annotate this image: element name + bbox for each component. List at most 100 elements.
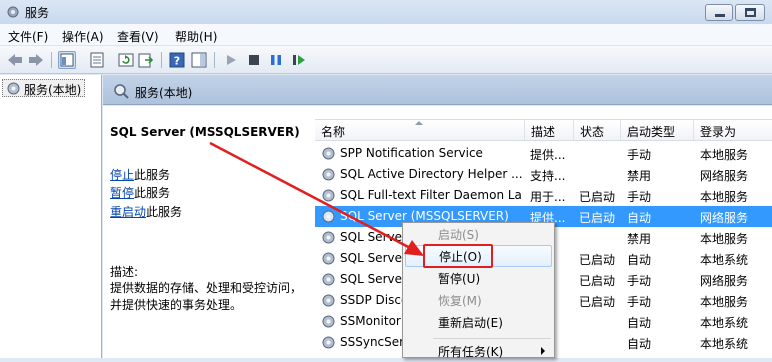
service-gear-icon — [322, 147, 335, 160]
cell-name: SPP Notification Service — [340, 146, 483, 160]
cell-startup: 自动 — [627, 253, 652, 267]
description-text: 提供数据的存储、处理和受控访问， 并提供快速的事务处理。 — [110, 280, 310, 314]
cell-status: 已启动 — [579, 190, 616, 204]
cell-status: 已启动 — [579, 253, 616, 267]
column-header-description[interactable]: 描述 — [525, 120, 574, 140]
cell-status: 已启动 — [579, 211, 616, 225]
minimize-button[interactable] — [705, 4, 733, 21]
tree-pane: 服务(本地) — [0, 75, 102, 358]
cell-startup: 手动 — [627, 148, 652, 162]
cell-startup: 禁用 — [627, 232, 652, 246]
service-gear-icon — [322, 231, 335, 244]
cell-startup: 自动 — [627, 211, 652, 225]
column-header-name[interactable]: 名称 — [315, 120, 525, 140]
toolbar: ? — [0, 46, 772, 74]
stop-action: 停止此服务 — [110, 166, 170, 183]
services-magnifier-icon — [114, 84, 129, 99]
column-header-logon-as[interactable]: 登录为 — [694, 120, 772, 140]
cell-logon: 网络服务 — [700, 211, 749, 225]
cell-startup: 自动 — [627, 316, 652, 330]
pause-service-icon[interactable] — [267, 51, 285, 69]
properties-icon[interactable] — [88, 51, 106, 69]
menu-view[interactable]: 查看(V) — [117, 28, 159, 45]
context-menu-restart[interactable]: 重新启动(E) — [405, 311, 552, 333]
maximize-button[interactable] — [735, 4, 765, 21]
toolbar-separator — [161, 52, 162, 68]
cell-name: SQL Full-text Filter Daemon La... — [340, 188, 522, 202]
show-hide-tree-icon[interactable] — [58, 51, 76, 69]
cell-startup: 禁用 — [627, 169, 652, 183]
restart-service-link[interactable]: 重启动 — [110, 205, 146, 219]
cell-logon: 本地服务 — [700, 148, 749, 162]
description-label: 描述: — [110, 265, 139, 279]
cell-startup: 手动 — [627, 274, 652, 288]
action-suffix: 此服务 — [146, 205, 183, 219]
service-gear-icon — [322, 252, 335, 265]
services-gear-icon — [7, 82, 20, 95]
help-icon[interactable]: ? — [168, 51, 186, 69]
services-gear-icon — [7, 6, 19, 18]
table-row[interactable]: SQL Full-text Filter Daemon La... 用于... 已启… — [315, 185, 772, 206]
table-row[interactable]: SPP Notification Service 提供... 手动 本地服务 — [315, 143, 772, 164]
service-gear-icon — [322, 315, 335, 328]
title-bar: 服务 — [0, 0, 772, 24]
selected-service-name: SQL Server (MSSQLSERVER) — [110, 125, 300, 139]
pause-service-link[interactable]: 暂停 — [110, 186, 134, 200]
cell-logon: 本地服务 — [700, 190, 749, 204]
context-menu-pause[interactable]: 暂停(U) — [405, 267, 552, 289]
detail-header: 服务(本地) — [103, 75, 772, 105]
menu-file[interactable]: 文件(F) — [8, 28, 48, 45]
refresh-icon[interactable] — [117, 51, 135, 69]
cell-logon: 本地系统 — [700, 253, 749, 267]
cell-logon: 本地服务 — [700, 295, 749, 309]
menu-help[interactable]: 帮助(H) — [175, 28, 217, 45]
context-menu-resume[interactable]: 恢复(M) — [405, 289, 552, 311]
cell-logon: 本地系统 — [700, 337, 749, 351]
action-pane-icon[interactable] — [190, 51, 208, 69]
cell-logon: 网络服务 — [700, 274, 749, 288]
tree-node-services-local[interactable]: 服务(本地) — [2, 79, 86, 97]
stop-service-icon[interactable] — [245, 51, 263, 69]
minimize-icon — [715, 14, 725, 17]
toolbar-separator — [51, 52, 52, 68]
cell-status: 已启动 — [579, 274, 616, 288]
service-gear-icon — [322, 168, 335, 181]
cell-desc: 提供... — [530, 148, 566, 162]
cell-status: 已启动 — [579, 295, 616, 309]
description-line: 提供数据的存储、处理和受控访问， — [110, 281, 303, 295]
cell-startup: 自动 — [627, 337, 652, 351]
cell-logon: 本地服务 — [700, 232, 749, 246]
maximize-icon — [745, 8, 756, 17]
svg-text:?: ? — [174, 55, 180, 68]
cell-name: SQL Server (MSSQLSERVER) — [340, 209, 509, 223]
detail-header-title: 服务(本地) — [135, 86, 193, 100]
all-tasks-label: 所有任务(K) — [438, 345, 504, 359]
service-gear-icon — [322, 189, 335, 202]
service-gear-icon — [322, 210, 335, 223]
service-gear-icon — [322, 336, 335, 349]
description-line: 并提供快速的事务处理。 — [110, 298, 243, 312]
table-row[interactable]: SQL Active Directory Helper ... 支持... 禁用 网络… — [315, 164, 772, 185]
cell-startup: 手动 — [627, 295, 652, 309]
context-menu-start[interactable]: 启动(S) — [405, 223, 552, 245]
window-title: 服务 — [25, 6, 50, 20]
stop-service-link[interactable]: 停止 — [110, 168, 134, 182]
context-menu-all-tasks[interactable]: 所有任务(K) — [405, 340, 552, 362]
forward-icon[interactable] — [27, 51, 45, 69]
restart-service-icon[interactable] — [290, 51, 308, 69]
menu-action[interactable]: 操作(A) — [62, 28, 104, 45]
column-header-status[interactable]: 状态 — [574, 120, 621, 140]
menu-bar: 文件(F) 操作(A) 查看(V) 帮助(H) — [0, 24, 772, 46]
start-service-icon[interactable] — [222, 51, 240, 69]
back-icon[interactable] — [6, 51, 24, 69]
column-header-startup-type[interactable]: 启动类型 — [621, 120, 694, 140]
toolbar-separator — [214, 52, 215, 68]
list-header: 名称 描述 状态 启动类型 登录为 — [315, 119, 772, 141]
cell-logon: 本地系统 — [700, 316, 749, 330]
cell-logon: 网络服务 — [700, 169, 749, 183]
cell-desc: 用于... — [530, 190, 566, 204]
cell-startup: 手动 — [627, 190, 652, 204]
action-suffix: 此服务 — [134, 186, 171, 200]
export-list-icon[interactable] — [137, 51, 155, 69]
cell-desc: 支持... — [530, 169, 566, 183]
